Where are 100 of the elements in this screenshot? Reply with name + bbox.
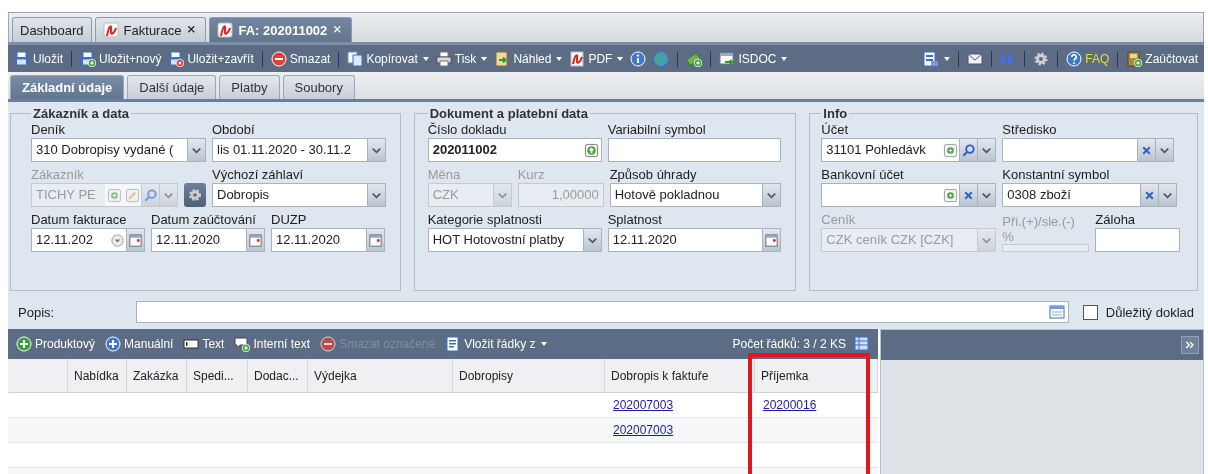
info-button[interactable]: [628, 48, 649, 69]
column-header[interactable]: Dobropis k faktuře: [605, 359, 755, 392]
dropdown-button[interactable]: [582, 229, 601, 251]
checkbox[interactable]: [1082, 304, 1098, 320]
table-link[interactable]: 202007003: [613, 398, 674, 412]
banknote-plus-icon: [686, 50, 703, 67]
field-label: Číslo dokladu: [427, 121, 508, 138]
add-manual-button[interactable]: Manuální: [103, 334, 176, 354]
help-icon: [1066, 50, 1083, 67]
field-label: Středisko: [1002, 121, 1058, 138]
save-button[interactable]: Uložit: [12, 48, 65, 69]
floppy-plus-icon: [80, 50, 96, 67]
settings-button[interactable]: [184, 183, 206, 207]
comment-icon: [234, 336, 251, 352]
tab[interactable]: Platby: [219, 75, 280, 99]
post-button[interactable]: Zaúčtovat: [1124, 48, 1200, 69]
dropdown-field[interactable]: lis 01.11.2020 - 30.11.2: [212, 138, 386, 162]
double-chevron-icon: [1184, 339, 1196, 351]
dropdown-button[interactable]: [977, 184, 996, 206]
calendar-button[interactable]: [761, 229, 780, 251]
dropdown-button[interactable]: [187, 139, 205, 161]
dropdown-field[interactable]: Dobropis: [212, 183, 386, 207]
notepad-icon: [1048, 304, 1065, 320]
add-note-button[interactable]: Interní text: [232, 334, 313, 354]
date-field[interactable]: 12.11.202: [31, 228, 145, 252]
calendar-button[interactable]: [366, 229, 384, 251]
checkbox-label[interactable]: Důležitý doklad: [1105, 304, 1194, 320]
copy-button[interactable]: Kopírovat: [345, 48, 431, 69]
dropdown-button[interactable]: [367, 139, 385, 161]
field-label: Ceník: [821, 211, 857, 228]
faq-button[interactable]: FAQ: [1064, 48, 1112, 69]
column-header[interactable]: Zakázka: [127, 359, 187, 392]
field-label: Konstantní symbol: [1002, 166, 1111, 183]
dropdown-field[interactable]: Hotově pokladnou: [609, 183, 781, 207]
text-field[interactable]: [1095, 228, 1181, 252]
field-label: Výchozí záhlaví: [212, 166, 305, 183]
table-link[interactable]: 202007003: [613, 423, 674, 437]
field-label: Datum fakturace: [31, 211, 128, 228]
column-header[interactable]: Dobropisy: [453, 359, 605, 392]
add-product-button[interactable]: Produktový: [14, 334, 98, 354]
preview-button[interactable]: Náhled: [492, 48, 565, 69]
print-button[interactable]: Tisk: [433, 48, 490, 69]
dropdown-field[interactable]: HOT Hotovostní platby: [427, 228, 602, 252]
column-header[interactable]: Výdejka: [308, 359, 453, 392]
tab[interactable]: Další údaje: [127, 75, 217, 99]
date-field[interactable]: 12.11.2020: [151, 228, 265, 252]
dropdown-button[interactable]: [761, 184, 780, 206]
field-label: Způsob úhrady: [609, 166, 698, 183]
field-label: Záloha: [1095, 211, 1137, 228]
add-text-button[interactable]: Text: [181, 334, 227, 354]
pages-icon: [347, 50, 364, 67]
calendar-button[interactable]: [246, 229, 264, 251]
description-field[interactable]: [136, 301, 1069, 323]
row-count: Počet řádků: 3 / 2 KS: [732, 337, 846, 351]
field-label: Splatnost: [607, 211, 663, 228]
column-header[interactable]: Nabídka: [68, 359, 127, 392]
date-field[interactable]: 12.11.2020: [271, 228, 385, 252]
dropdown-field[interactable]: [1002, 138, 1175, 162]
tab[interactable]: FA: 202011002: [209, 17, 353, 42]
printer-icon: [435, 50, 452, 67]
clear-button[interactable]: [959, 184, 978, 206]
save-new-button[interactable]: Uložit+nový: [78, 48, 164, 69]
dropdown-field[interactable]: 31101 Pohledávk: [821, 138, 997, 162]
tab[interactable]: Dashboard: [12, 17, 92, 42]
grid-button[interactable]: [852, 334, 872, 354]
export-button[interactable]: ISDOC: [717, 48, 790, 69]
dropdown-button[interactable]: [367, 184, 385, 206]
clear-button[interactable]: [1137, 139, 1156, 161]
tab[interactable]: Fakturace: [94, 17, 207, 42]
search-button[interactable]: [959, 139, 978, 161]
expand-button[interactable]: [1181, 336, 1199, 354]
text-field[interactable]: [607, 138, 781, 162]
insert-rows-button[interactable]: Vložit řádky z: [443, 334, 549, 354]
dropdown-button[interactable]: [1155, 139, 1174, 161]
pdf-icon: [569, 50, 586, 67]
clear-button[interactable]: [1140, 184, 1159, 206]
dropdown-field[interactable]: 310 Dobropisy vydané (: [31, 138, 206, 162]
globe-icon: [653, 50, 670, 67]
calendar-button[interactable]: [126, 229, 144, 251]
text-field[interactable]: 202011002: [427, 138, 602, 162]
arrow-up-icon: [584, 142, 600, 158]
save-close-button[interactable]: Uložit+zavřít: [166, 48, 256, 69]
tab[interactable]: Základní údaje: [10, 75, 125, 99]
field-label: Kategorie splatnosti: [427, 211, 543, 228]
dropdown-button[interactable]: [1158, 184, 1177, 206]
dropdown-field[interactable]: 0308 zboží: [1002, 183, 1178, 207]
pdf-button[interactable]: PDF: [567, 48, 626, 69]
delete-button[interactable]: Smazat: [268, 48, 333, 69]
column-header[interactable]: Dodac...: [248, 359, 308, 392]
ledger-plus-icon: [1126, 50, 1143, 67]
pdf-icon: [102, 22, 119, 38]
dropdown-field[interactable]: [821, 183, 997, 207]
table-link[interactable]: 20200016: [763, 398, 817, 412]
field-label: Datum zaúčtování: [151, 211, 257, 228]
calendar-icon: [763, 232, 779, 248]
column-header[interactable]: Spedi...: [187, 359, 248, 392]
dropdown-button[interactable]: [977, 139, 996, 161]
tab[interactable]: Soubory: [282, 75, 355, 99]
column-header[interactable]: Příjemka: [755, 359, 878, 392]
date-field[interactable]: 12.11.2020: [607, 228, 781, 252]
